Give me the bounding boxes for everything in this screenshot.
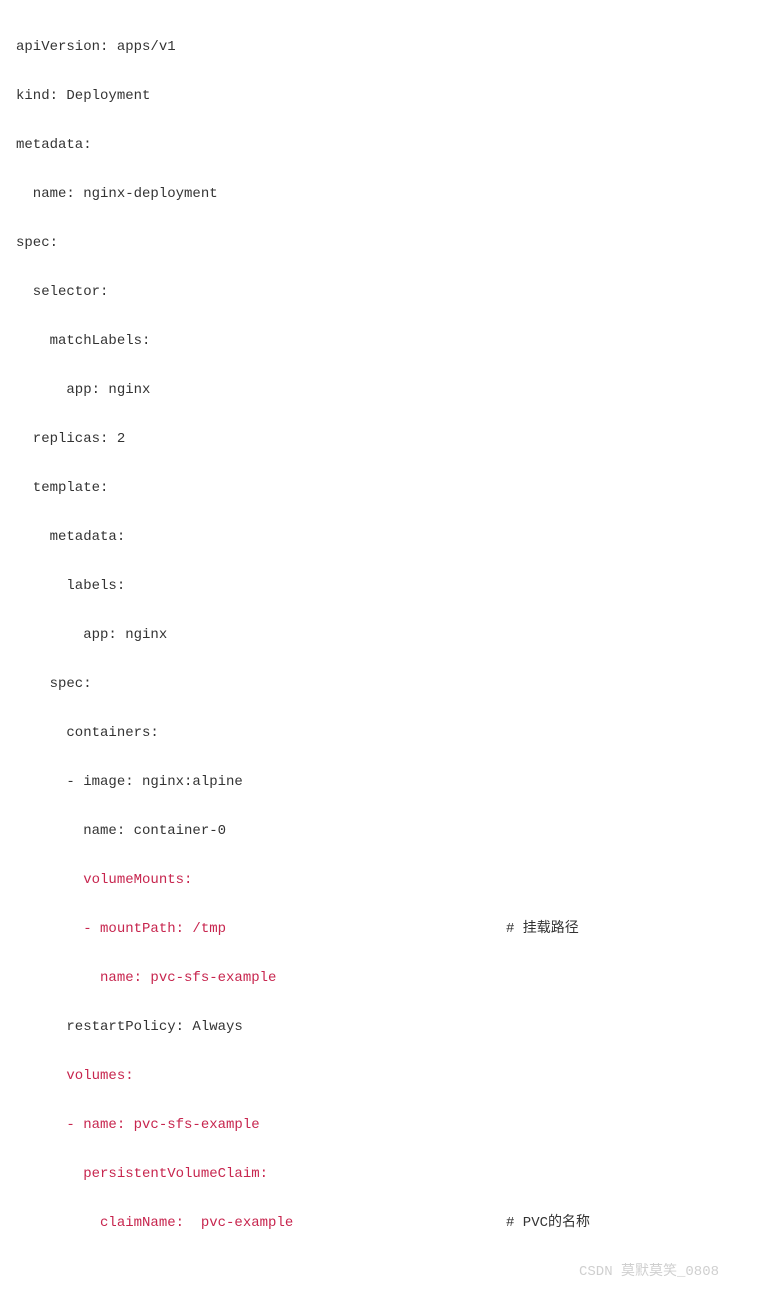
code-line: matchLabels: [16,329,749,354]
code-text-highlight: claimName: pvc-example [16,1215,293,1231]
code-line: name: container-0 [16,819,749,844]
code-comment: # 挂载路径 [506,917,579,942]
code-line: name: nginx-deployment [16,182,749,207]
code-line-highlight: name: pvc-sfs-example [16,966,749,991]
code-comment: # PVC的名称 [506,1211,590,1236]
code-line: restartPolicy: Always [16,1015,749,1040]
code-line-highlight: volumeMounts: [16,868,749,893]
yaml-code-block: apiVersion: apps/v1 kind: Deployment met… [16,10,749,1284]
code-line: app: nginx [16,378,749,403]
watermark-text: CSDN 莫默莫笑_0808 [579,1260,719,1285]
code-line: containers: [16,721,749,746]
code-line: - mountPath: /tmp # 挂载路径 [16,917,749,942]
code-line: spec: [16,231,749,256]
code-line-highlight: volumes: [16,1064,749,1089]
code-line-highlight: persistentVolumeClaim: [16,1162,749,1187]
code-line: kind: Deployment [16,84,749,109]
code-line: metadata: [16,525,749,550]
code-line-highlight: - name: pvc-sfs-example [16,1113,749,1138]
code-line: - image: nginx:alpine [16,770,749,795]
code-line: selector: [16,280,749,305]
code-line: metadata: [16,133,749,158]
code-line: app: nginx [16,623,749,648]
code-line: labels: [16,574,749,599]
code-text-highlight: - mountPath: /tmp [16,921,226,937]
code-line: template: [16,476,749,501]
code-line: claimName: pvc-example # PVC的名称 [16,1211,749,1236]
code-line: spec: [16,672,749,697]
code-line: replicas: 2 [16,427,749,452]
code-line: apiVersion: apps/v1 [16,35,749,60]
